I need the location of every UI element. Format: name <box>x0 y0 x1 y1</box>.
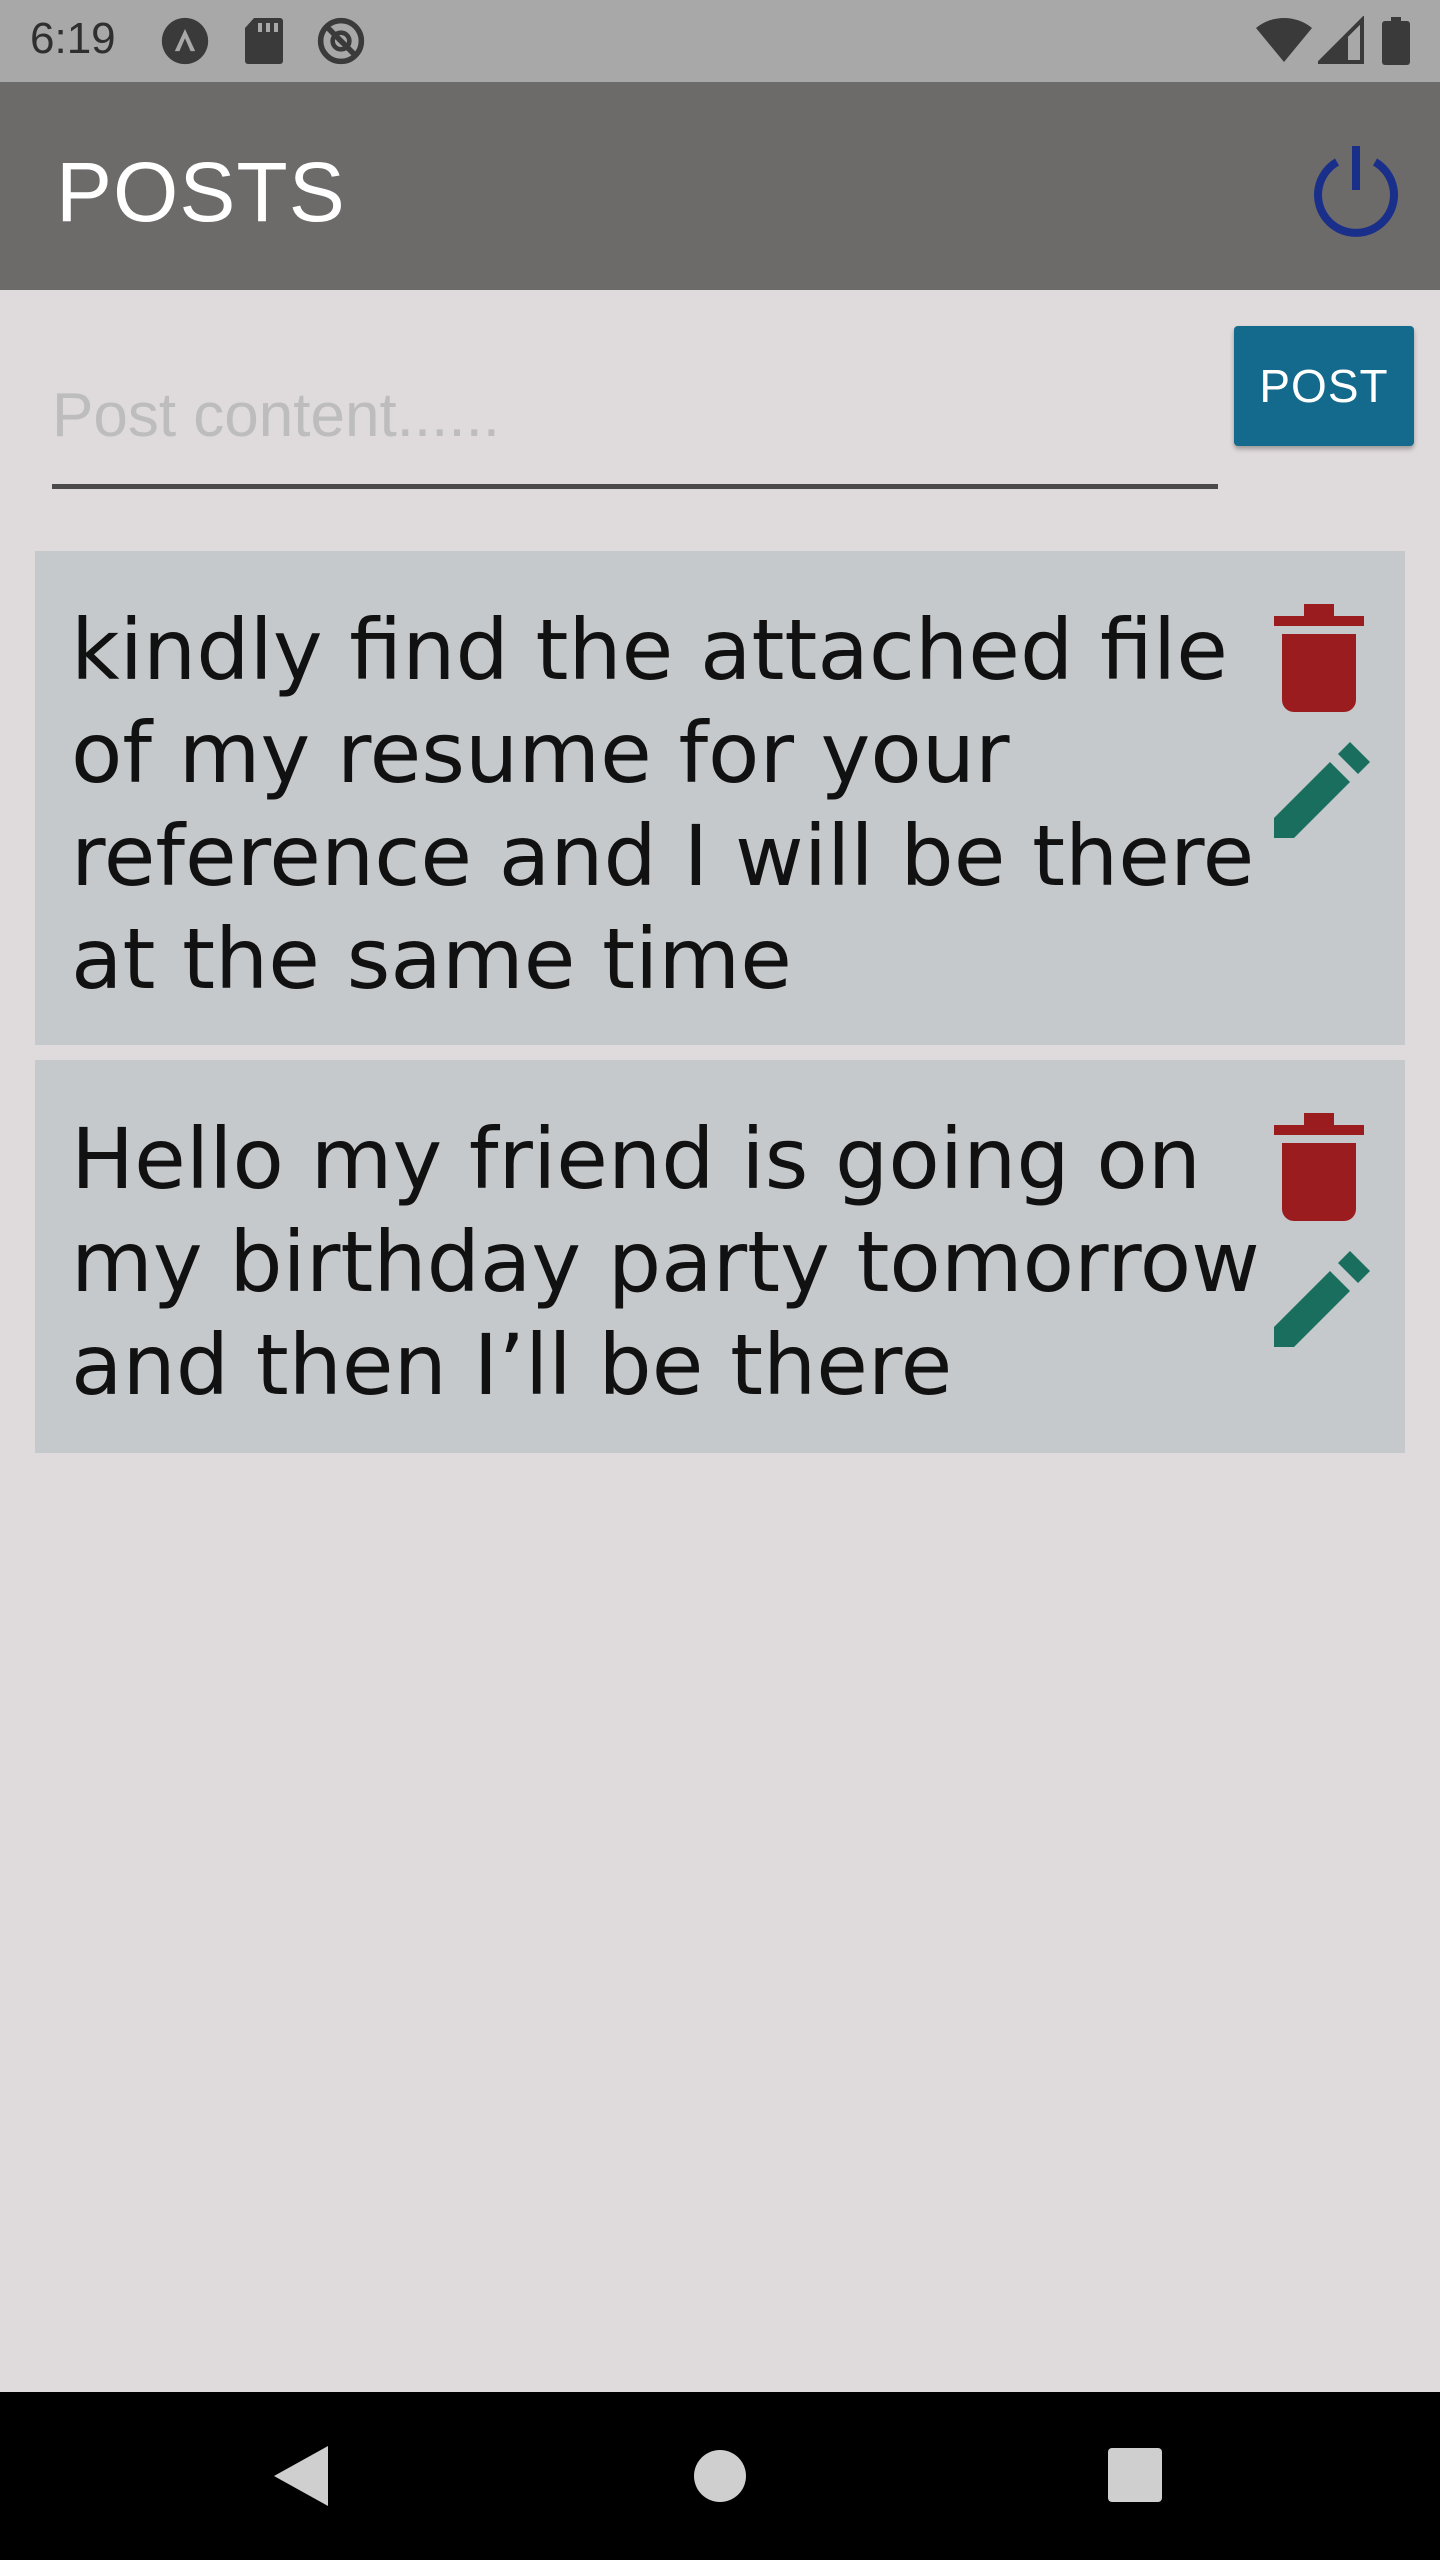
logout-button[interactable] <box>1304 138 1408 242</box>
post-text: Hello my friend is going on my birthday … <box>71 1110 1260 1414</box>
pencil-icon[interactable] <box>1274 1251 1370 1347</box>
trash-icon[interactable] <box>1274 1113 1364 1221</box>
recents-icon[interactable] <box>1108 2448 1162 2502</box>
post-card: Hello my friend is going on my birthday … <box>35 1060 1405 1453</box>
a-circle-icon <box>161 17 209 65</box>
trash-icon[interactable] <box>1274 604 1364 712</box>
power-icon <box>1314 146 1398 237</box>
back-icon[interactable] <box>274 2446 328 2506</box>
post-text: kindly find the attached file of my resu… <box>71 601 1255 1008</box>
signal-icon <box>1318 16 1364 64</box>
battery-icon <box>1382 17 1410 65</box>
post-button[interactable]: POST <box>1234 326 1414 446</box>
pencil-icon[interactable] <box>1274 742 1370 838</box>
app-bar: POSTS <box>0 82 1440 290</box>
status-bar: 6:19 <box>0 0 1440 82</box>
page-title: POSTS <box>56 145 346 239</box>
home-icon[interactable] <box>694 2450 746 2502</box>
post-card: kindly find the attached file of my resu… <box>35 551 1405 1045</box>
sd-card-icon <box>245 18 283 64</box>
post-content-input[interactable] <box>52 360 1218 470</box>
screen: 6:19 POSTS Post content...... POST kindl… <box>0 0 1440 2560</box>
navigation-bar <box>0 2392 1440 2560</box>
no-sync-icon <box>317 17 365 65</box>
wifi-icon <box>1256 17 1312 62</box>
post-input-container <box>52 360 1218 489</box>
status-time: 6:19 <box>30 14 116 63</box>
